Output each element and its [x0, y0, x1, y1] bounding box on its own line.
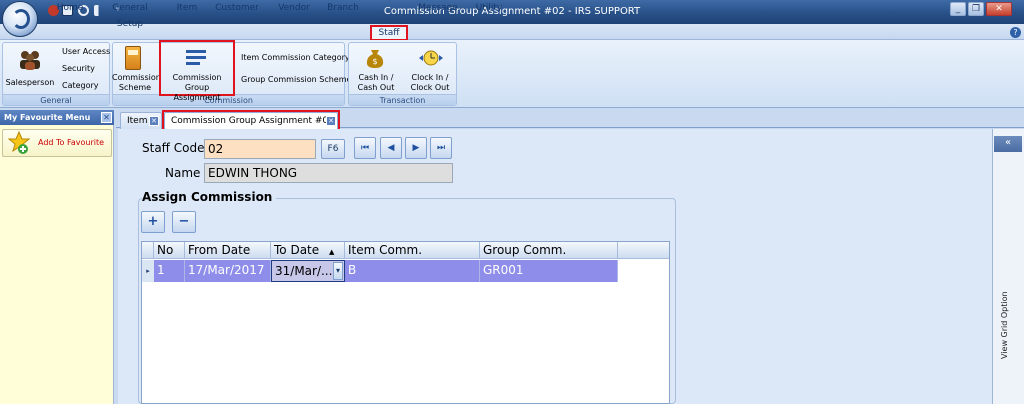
add-row-button[interactable]: +	[141, 211, 165, 233]
collapse-panel-button[interactable]: «	[994, 136, 1022, 152]
menu-branch[interactable]: Branch	[325, 0, 361, 16]
remove-row-button[interactable]: −	[172, 211, 196, 233]
name-label: Name	[165, 166, 201, 180]
commission-group-assignment-label: Commission Group Assignment	[172, 73, 222, 102]
menu-customer[interactable]: Customer	[214, 0, 260, 16]
name-field: EDWIN THONG	[204, 163, 453, 183]
security-button[interactable]: Security	[62, 64, 95, 73]
next-record-button[interactable]: ▶	[405, 137, 427, 159]
view-grid-option-button[interactable]: View Grid Option	[1000, 290, 1014, 360]
tab-commission-group-assignment-close-icon[interactable]: ✕	[326, 116, 336, 126]
group-label-general: General	[3, 94, 109, 105]
f6-lookup-button[interactable]: F6	[321, 139, 345, 159]
item-commission-category-button[interactable]: Item Commission Category	[241, 53, 350, 62]
menu-message[interactable]: Message	[418, 0, 458, 16]
tab-item-label: Item	[127, 116, 148, 126]
clock-icon	[418, 48, 444, 68]
column-header-item-comm-category[interactable]: Item Comm. Category	[345, 242, 480, 273]
menu-home[interactable]: Home	[55, 0, 85, 16]
previous-record-button[interactable]: ◀	[380, 137, 402, 159]
column-header-filler	[618, 242, 669, 259]
user-access-button[interactable]: User Access	[62, 47, 110, 56]
cell-from-date[interactable]: 17/Mar/2017	[185, 260, 271, 282]
column-header-to-date-label: To Date	[274, 243, 320, 257]
tab-commission-group-assignment-label: Commission Group Assignment #02	[171, 116, 334, 126]
category-button[interactable]: Category	[62, 81, 99, 90]
cell-item-comm-category[interactable]: B	[345, 260, 480, 282]
menu-utility[interactable]: Utility	[472, 0, 506, 16]
cell-to-date: 31/Mar/...	[275, 264, 333, 278]
restore-button[interactable]: ❐	[968, 2, 984, 16]
favourite-panel-close-icon[interactable]: ✕	[101, 112, 112, 123]
salesperson-button[interactable]: Salesperson	[4, 78, 56, 88]
grid-option-panel	[992, 129, 1024, 404]
group-commission-scheme-button[interactable]: Group Commission Scheme	[241, 75, 351, 84]
first-record-button[interactable]: ⏮	[354, 137, 376, 159]
sort-ascending-icon: ▲	[328, 248, 335, 256]
add-to-favourite-label: Add To Favourite	[38, 138, 105, 147]
calculator-icon	[125, 46, 141, 70]
menu-general-setup[interactable]: General Setup	[98, 0, 162, 29]
favourite-panel-header: My Favourite Menu	[0, 110, 114, 125]
grid-corner	[142, 242, 154, 259]
clock-in-out-button[interactable]: Clock In / Clock Out	[404, 73, 456, 93]
tab-item-close-icon[interactable]: ✕	[149, 116, 159, 126]
assign-commission-title: Assign Commission	[142, 190, 277, 204]
salesperson-icon	[18, 48, 42, 70]
last-record-button[interactable]: ⏭	[430, 137, 452, 159]
column-header-from-date[interactable]: From Date	[185, 242, 271, 259]
money-bag-icon: $	[364, 47, 386, 69]
cell-group-comm-scheme[interactable]: GR001	[480, 260, 618, 282]
close-window-button[interactable]: ✕	[986, 2, 1012, 16]
svg-text:$: $	[372, 57, 377, 66]
group-label-transaction: Transaction	[349, 94, 456, 105]
row-selector-icon[interactable]: ▸	[142, 260, 154, 282]
menu-item[interactable]: Item	[174, 0, 200, 16]
column-header-group-comm-scheme[interactable]: Group Comm. Scheme	[480, 242, 618, 273]
app-logo-icon[interactable]	[2, 1, 38, 37]
commission-scheme-button[interactable]: Commission Scheme	[112, 73, 161, 93]
tab-commission-group-assignment[interactable]: Commission Group Assignment #02	[164, 112, 338, 130]
cash-in-out-button[interactable]: Cash In / Cash Out	[350, 73, 402, 93]
column-header-no[interactable]: No	[154, 242, 185, 259]
cell-no[interactable]: 1	[154, 260, 185, 282]
staff-code-input[interactable]: 02	[204, 139, 316, 159]
column-header-to-date[interactable]: To Date ▲	[271, 242, 345, 259]
help-icon[interactable]: ?	[1010, 27, 1021, 38]
menu-bar	[0, 24, 1024, 40]
menu-vendor[interactable]: Vendor	[275, 0, 313, 16]
menu-staff[interactable]: Staff	[370, 25, 408, 41]
assignment-list-icon	[185, 48, 207, 68]
staff-code-label: Staff Code	[142, 141, 205, 155]
date-dropdown-icon[interactable]: ▾	[333, 262, 343, 280]
star-add-icon	[7, 130, 31, 155]
minimize-button[interactable]: _	[950, 2, 966, 16]
